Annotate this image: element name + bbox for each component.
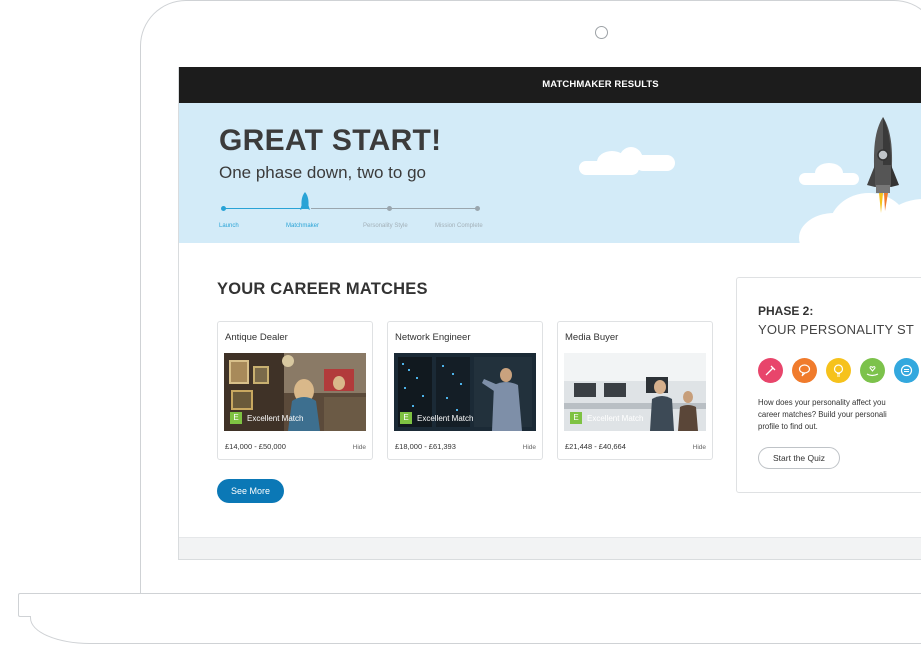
- career-card-media-buyer[interactable]: Media Buyer E Excellent Match £21,448 - …: [557, 321, 713, 460]
- footer-strip: [179, 537, 921, 559]
- phase-2-panel: PHASE 2: YOUR PERSONALITY ST How does yo…: [736, 277, 921, 493]
- see-more-button[interactable]: See More: [217, 479, 284, 503]
- hammer-icon: [758, 358, 783, 383]
- laptop-base: [18, 593, 921, 617]
- step-label-mission: Mission Complete: [435, 223, 483, 229]
- laptop-base-lip: [30, 616, 921, 644]
- match-label: Excellent Match: [247, 414, 304, 423]
- hide-link[interactable]: Hide: [693, 444, 706, 451]
- card-title: Media Buyer: [565, 332, 619, 343]
- hand-heart-icon: [860, 358, 885, 383]
- main-content: YOUR CAREER MATCHES Antique Dealer E Exc…: [179, 243, 921, 537]
- phase-description-line: profile to find out.: [758, 422, 818, 431]
- career-image: E Excellent Match: [224, 353, 366, 431]
- progress-line-pending: [311, 208, 477, 209]
- phase-description-line: How does your personality affect you: [758, 398, 886, 407]
- phase-description: How does your personality affect you car…: [758, 397, 921, 433]
- step-label-personality: Personality Style: [363, 223, 408, 229]
- lightbulb-icon: [826, 358, 851, 383]
- card-title: Network Engineer: [395, 332, 471, 343]
- salary-range: £18,000 - £61,393: [395, 442, 456, 451]
- salary-range: £14,000 - £50,000: [225, 442, 286, 451]
- start-quiz-button[interactable]: Start the Quiz: [758, 447, 840, 469]
- progress-line-complete: [224, 208, 304, 209]
- step-label-launch: Launch: [219, 223, 239, 229]
- progress-dot-complete: [475, 206, 480, 211]
- phase-label: PHASE 2:: [758, 304, 814, 318]
- hero-title: GREAT START!: [219, 124, 442, 157]
- career-image: E Excellent Match: [564, 353, 706, 431]
- phase-description-line: career matches? Build your personali: [758, 410, 887, 419]
- match-label: Excellent Match: [587, 414, 644, 423]
- progress-dot-launch: [221, 206, 226, 211]
- career-image: E Excellent Match: [394, 353, 536, 431]
- match-grade-badge: E: [570, 412, 582, 424]
- rocket-illustration: [867, 117, 899, 213]
- match-grade-badge: E: [230, 412, 242, 424]
- hero-banner: GREAT START! One phase down, two to go L…: [179, 103, 921, 243]
- hide-link[interactable]: Hide: [353, 444, 366, 451]
- hero-subtitle: One phase down, two to go: [219, 163, 426, 182]
- rocket-progress-icon: [300, 192, 310, 210]
- section-title: YOUR CAREER MATCHES: [217, 280, 428, 298]
- salary-range: £21,448 - £40,664: [565, 442, 626, 451]
- card-title: Antique Dealer: [225, 332, 288, 343]
- match-grade-badge: E: [400, 412, 412, 424]
- cloud: [815, 163, 843, 183]
- phase-title: YOUR PERSONALITY ST: [758, 322, 914, 337]
- laptop-screen: MATCHMAKER RESULTS GREAT START! One phas…: [178, 67, 921, 560]
- top-bar: MATCHMAKER RESULTS: [179, 67, 921, 103]
- career-card-antique-dealer[interactable]: Antique Dealer E Excellent Match £14,000…: [217, 321, 373, 460]
- chat-icon: [894, 358, 919, 383]
- hide-link[interactable]: Hide: [523, 444, 536, 451]
- progress-dot-personality: [387, 206, 392, 211]
- laptop-camera: [595, 26, 608, 39]
- cloud: [635, 155, 675, 171]
- speech-bubble-icon: [792, 358, 817, 383]
- page-title: MATCHMAKER RESULTS: [542, 79, 659, 90]
- step-label-matchmaker: Matchmaker: [286, 223, 320, 229]
- match-label: Excellent Match: [417, 414, 474, 423]
- career-card-network-engineer[interactable]: Network Engineer E Excellent Match £18,0…: [387, 321, 543, 460]
